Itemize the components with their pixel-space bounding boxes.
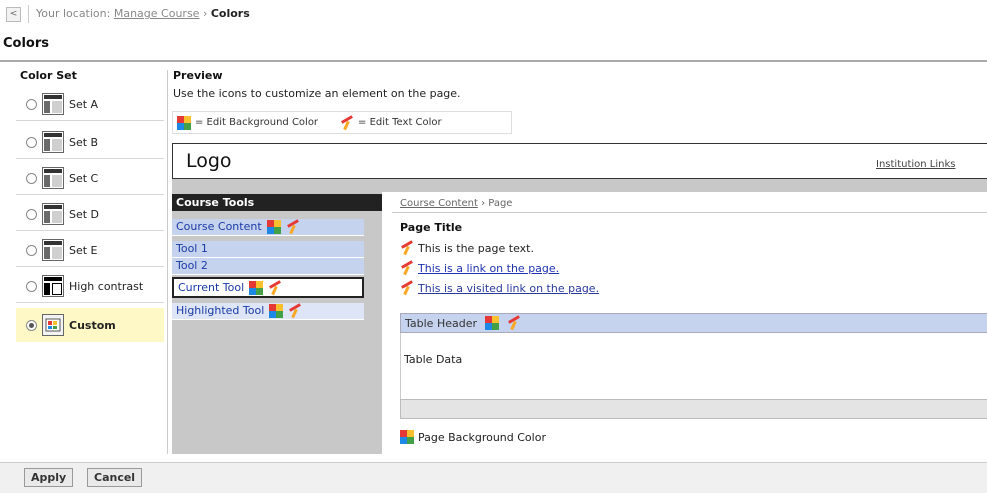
table-footer <box>400 399 987 419</box>
edit-background-color-icon[interactable] <box>269 304 284 318</box>
content-breadcrumb-link[interactable]: Course Content <box>400 198 478 209</box>
content-breadcrumb: Course Content › Page <box>400 198 512 209</box>
edit-text-color-icon[interactable] <box>288 303 302 319</box>
page-visited-link-line: This is a visited link on the page. <box>400 280 599 296</box>
table-data: Table Data <box>404 353 463 366</box>
page-link[interactable]: This is a link on the page. <box>418 262 559 275</box>
preview-heading: Preview <box>173 69 223 82</box>
page-background-color-control: Page Background Color <box>400 430 546 444</box>
content-divider <box>392 212 987 213</box>
radio-button[interactable] <box>26 208 37 220</box>
breadcrumb-prefix: Your location: <box>36 7 111 20</box>
edit-background-color-icon <box>177 115 191 130</box>
color-set-thumbnail-icon <box>42 239 64 261</box>
table-header: Table Header <box>400 313 987 333</box>
action-bar <box>0 462 987 493</box>
preview-logo-bar <box>172 143 987 179</box>
color-set-option-custom[interactable]: Custom <box>16 308 164 342</box>
breadcrumb-separator: › <box>202 7 208 20</box>
page-background-label: Page Background Color <box>418 430 546 444</box>
edit-visited-link-color-icon[interactable] <box>400 280 414 296</box>
course-tools-header: Course Tools <box>172 194 382 211</box>
breadcrumb-link-manage-course[interactable]: Manage Course <box>114 7 200 20</box>
color-set-label: Set B <box>69 135 99 149</box>
edit-background-color-icon[interactable] <box>249 280 264 295</box>
tool-label: Course Content <box>176 220 262 233</box>
color-set-heading: Color Set <box>20 69 77 82</box>
back-button[interactable]: < <box>6 7 21 22</box>
tool-label: Tool 1 <box>176 242 208 255</box>
content-breadcrumb-current: Page <box>488 198 513 209</box>
radio-button[interactable] <box>26 98 37 110</box>
color-set-thumbnail-icon <box>42 93 64 115</box>
color-set-option-e[interactable]: Set E <box>16 234 164 267</box>
tool-highlighted[interactable]: Highlighted Tool <box>172 303 364 320</box>
title-divider <box>0 60 987 62</box>
custom-palette-icon <box>42 314 64 336</box>
color-set-label: Set A <box>69 97 99 111</box>
legend-background-label: = Edit Background Color <box>195 117 319 128</box>
preview-description: Use the icons to customize an element on… <box>173 87 461 100</box>
color-set-option-a[interactable]: Set A <box>16 88 164 121</box>
preview-page-title: Page Title <box>400 221 463 234</box>
edit-text-color-icon[interactable] <box>507 315 521 331</box>
edit-text-color-icon[interactable] <box>400 240 414 256</box>
color-set-label: High contrast <box>69 279 144 293</box>
preview-header-strip <box>172 179 987 192</box>
tool-course-content[interactable]: Course Content <box>172 219 364 236</box>
color-set-label: Set D <box>69 207 100 221</box>
page-text: This is the page text. <box>418 241 534 255</box>
tool-label: Tool 2 <box>176 259 208 272</box>
color-set-option-high-contrast[interactable]: High contrast <box>16 270 164 303</box>
edit-background-color-icon[interactable] <box>485 316 499 330</box>
legend-text-label: = Edit Text Color <box>358 117 442 128</box>
tool-1[interactable]: Tool 1 <box>172 241 364 258</box>
tool-label: Current Tool <box>178 280 245 294</box>
column-divider <box>167 70 168 454</box>
color-set-label: Custom <box>69 318 116 332</box>
page-visited-link[interactable]: This is a visited link on the page. <box>418 282 599 295</box>
page-link-line: This is a link on the page. <box>400 260 559 276</box>
edit-page-background-color-icon[interactable] <box>400 430 414 444</box>
radio-button[interactable] <box>26 244 37 256</box>
color-set-thumbnail-icon <box>42 167 64 189</box>
color-set-option-d[interactable]: Set D <box>16 198 164 231</box>
institution-links[interactable]: Institution Links <box>876 159 955 170</box>
content-breadcrumb-separator: › <box>481 198 486 209</box>
color-set-option-b[interactable]: Set B <box>16 126 164 159</box>
color-set-label: Set C <box>69 171 99 185</box>
legend-text: = Edit Text Color <box>340 114 442 130</box>
legend-background: = Edit Background Color <box>177 115 319 130</box>
page-title: Colors <box>3 36 50 51</box>
breadcrumb-current: Colors <box>210 7 250 20</box>
apply-button[interactable]: Apply <box>24 468 74 487</box>
preview-logo: Logo <box>186 150 232 172</box>
color-set-option-c[interactable]: Set C <box>16 162 164 195</box>
breadcrumb-divider <box>28 5 29 23</box>
radio-button-selected[interactable] <box>26 319 37 331</box>
page-text-line: This is the page text. <box>400 240 534 256</box>
table-body <box>400 333 987 399</box>
tool-label: Highlighted Tool <box>176 304 265 317</box>
edit-link-color-icon[interactable] <box>400 260 414 276</box>
radio-button[interactable] <box>26 172 37 184</box>
radio-button[interactable] <box>26 280 37 292</box>
color-set-thumbnail-icon <box>42 131 64 153</box>
tool-current[interactable]: Current Tool <box>172 277 364 298</box>
edit-text-color-icon <box>340 114 354 130</box>
color-set-thumbnail-icon <box>42 203 64 225</box>
table-header-label: Table Header <box>405 316 477 330</box>
edit-text-color-icon[interactable] <box>286 219 300 235</box>
edit-text-color-icon[interactable] <box>268 279 282 295</box>
edit-background-color-icon[interactable] <box>266 220 281 234</box>
tool-2[interactable]: Tool 2 <box>172 258 364 275</box>
high-contrast-thumbnail-icon <box>42 275 64 297</box>
breadcrumb: Your location: Manage Course › Colors <box>36 7 250 20</box>
icon-legend: = Edit Background Color = Edit Text Colo… <box>172 111 512 134</box>
cancel-button[interactable]: Cancel <box>87 468 143 487</box>
radio-button[interactable] <box>26 136 37 148</box>
color-set-label: Set E <box>69 243 98 257</box>
